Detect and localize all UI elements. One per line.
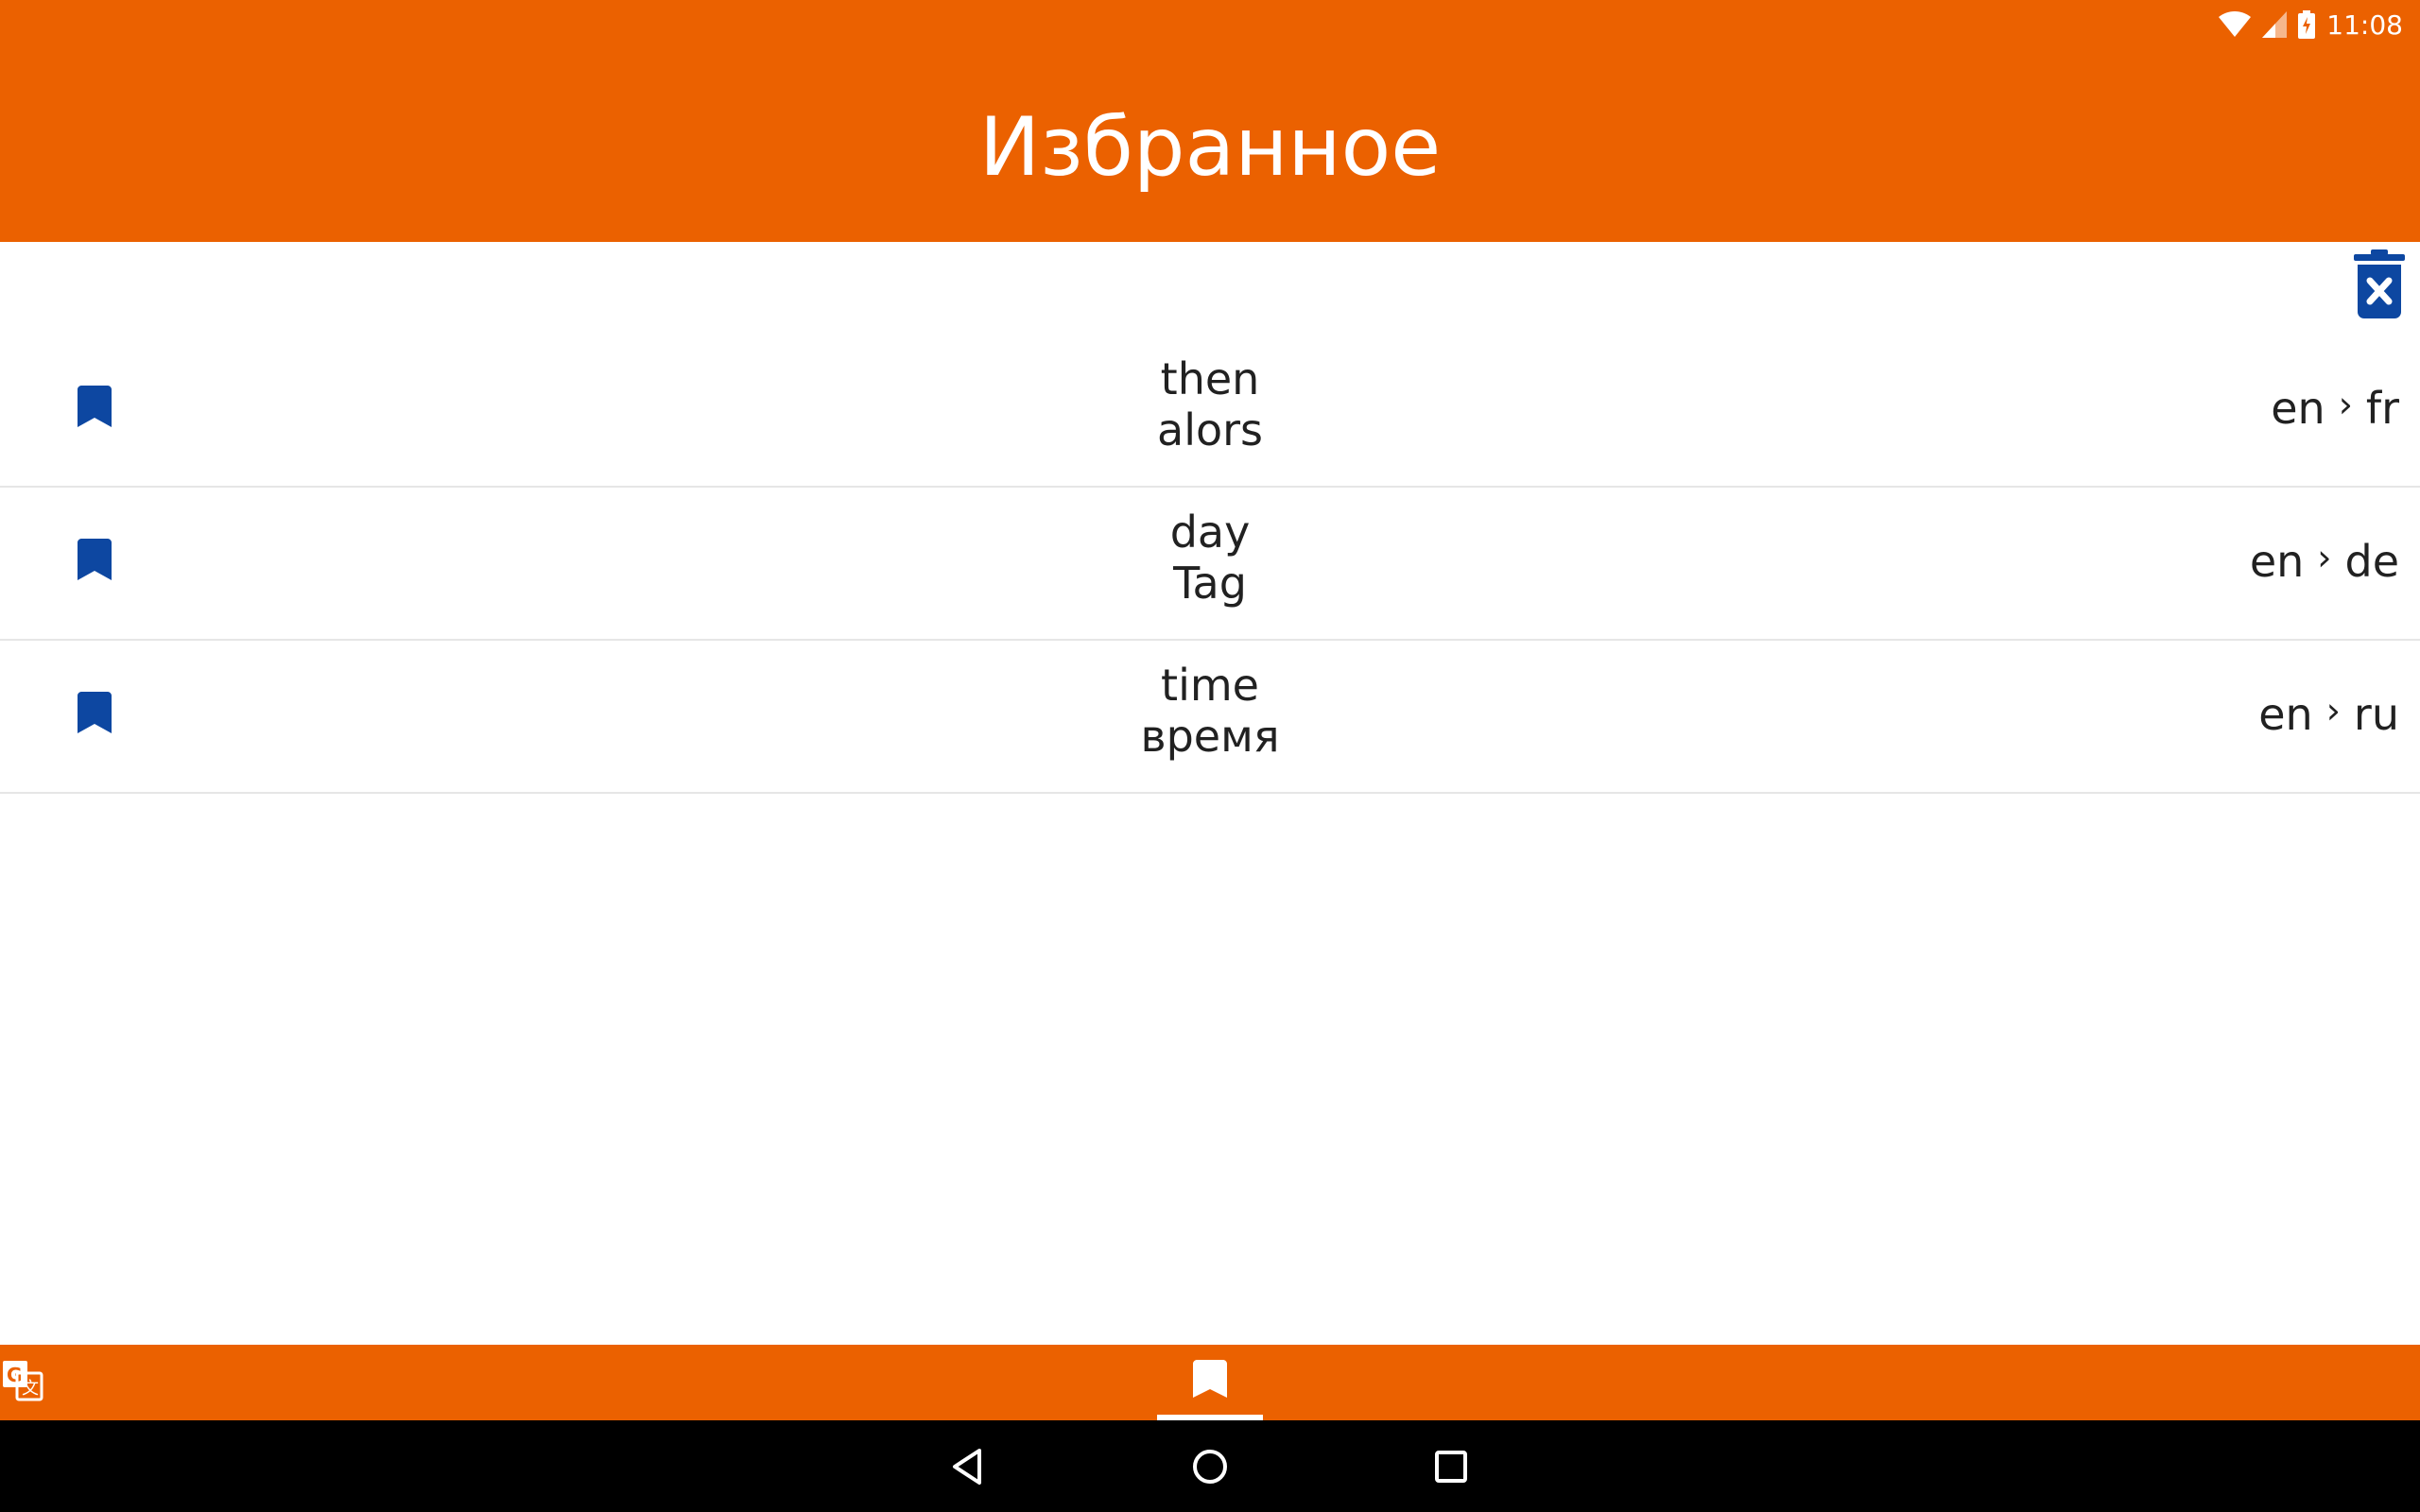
recents-icon[interactable] bbox=[1427, 1443, 1475, 1490]
chevron-right-icon: › bbox=[2338, 384, 2353, 425]
translated-word: Tag bbox=[1173, 558, 1247, 609]
svg-text:G: G bbox=[7, 1364, 22, 1386]
source-word: time bbox=[1161, 660, 1259, 711]
favorites-list: then alors en › fr day Tag en › de time … bbox=[0, 335, 2420, 794]
favorite-row[interactable]: time время en › ru bbox=[0, 641, 2420, 794]
page-title: Избранное bbox=[978, 100, 1442, 195]
target-language: ru bbox=[2353, 689, 2399, 740]
target-language: fr bbox=[2365, 383, 2399, 434]
source-language: en bbox=[2249, 536, 2305, 587]
bookmark-icon bbox=[1193, 1360, 1227, 1398]
favorites-toolbar bbox=[0, 242, 2420, 335]
favorite-row[interactable]: day Tag en › de bbox=[0, 488, 2420, 641]
status-bar: 11:08 bbox=[2219, 8, 2403, 42]
signal-icon bbox=[2262, 11, 2288, 38]
chevron-right-icon: › bbox=[2325, 690, 2341, 731]
svg-text:文: 文 bbox=[22, 1379, 39, 1399]
bottom-navigation: G 文 bbox=[0, 1345, 2420, 1420]
app-bar: 11:08 Избранное bbox=[0, 0, 2420, 242]
tab-favorites[interactable] bbox=[1157, 1345, 1263, 1420]
wifi-icon bbox=[2219, 11, 2252, 37]
source-language: en bbox=[2271, 383, 2325, 434]
language-pair: en › fr bbox=[2271, 380, 2399, 437]
source-language: en bbox=[2258, 689, 2313, 740]
favorite-words: day Tag bbox=[0, 507, 2420, 609]
language-pair: en › ru bbox=[2258, 686, 2399, 743]
translated-word: время bbox=[1140, 711, 1280, 762]
home-icon[interactable] bbox=[1186, 1443, 1234, 1490]
favorite-row[interactable]: then alors en › fr bbox=[0, 335, 2420, 488]
favorite-words: time время bbox=[0, 660, 2420, 762]
favorite-words: then alors bbox=[0, 353, 2420, 455]
back-icon[interactable] bbox=[943, 1443, 991, 1490]
translate-icon[interactable]: G 文 bbox=[2, 1360, 43, 1401]
source-word: day bbox=[1169, 507, 1251, 558]
status-time: 11:08 bbox=[2326, 9, 2403, 41]
translated-word: alors bbox=[1157, 404, 1263, 455]
delete-forever-icon[interactable] bbox=[2352, 249, 2407, 319]
language-pair: en › de bbox=[2250, 533, 2399, 590]
system-navigation-bar bbox=[0, 1420, 2420, 1512]
source-word: then bbox=[1160, 353, 1260, 404]
target-language: de bbox=[2344, 536, 2400, 587]
battery-charging-icon bbox=[2298, 10, 2316, 39]
chevron-right-icon: › bbox=[2317, 537, 2332, 578]
